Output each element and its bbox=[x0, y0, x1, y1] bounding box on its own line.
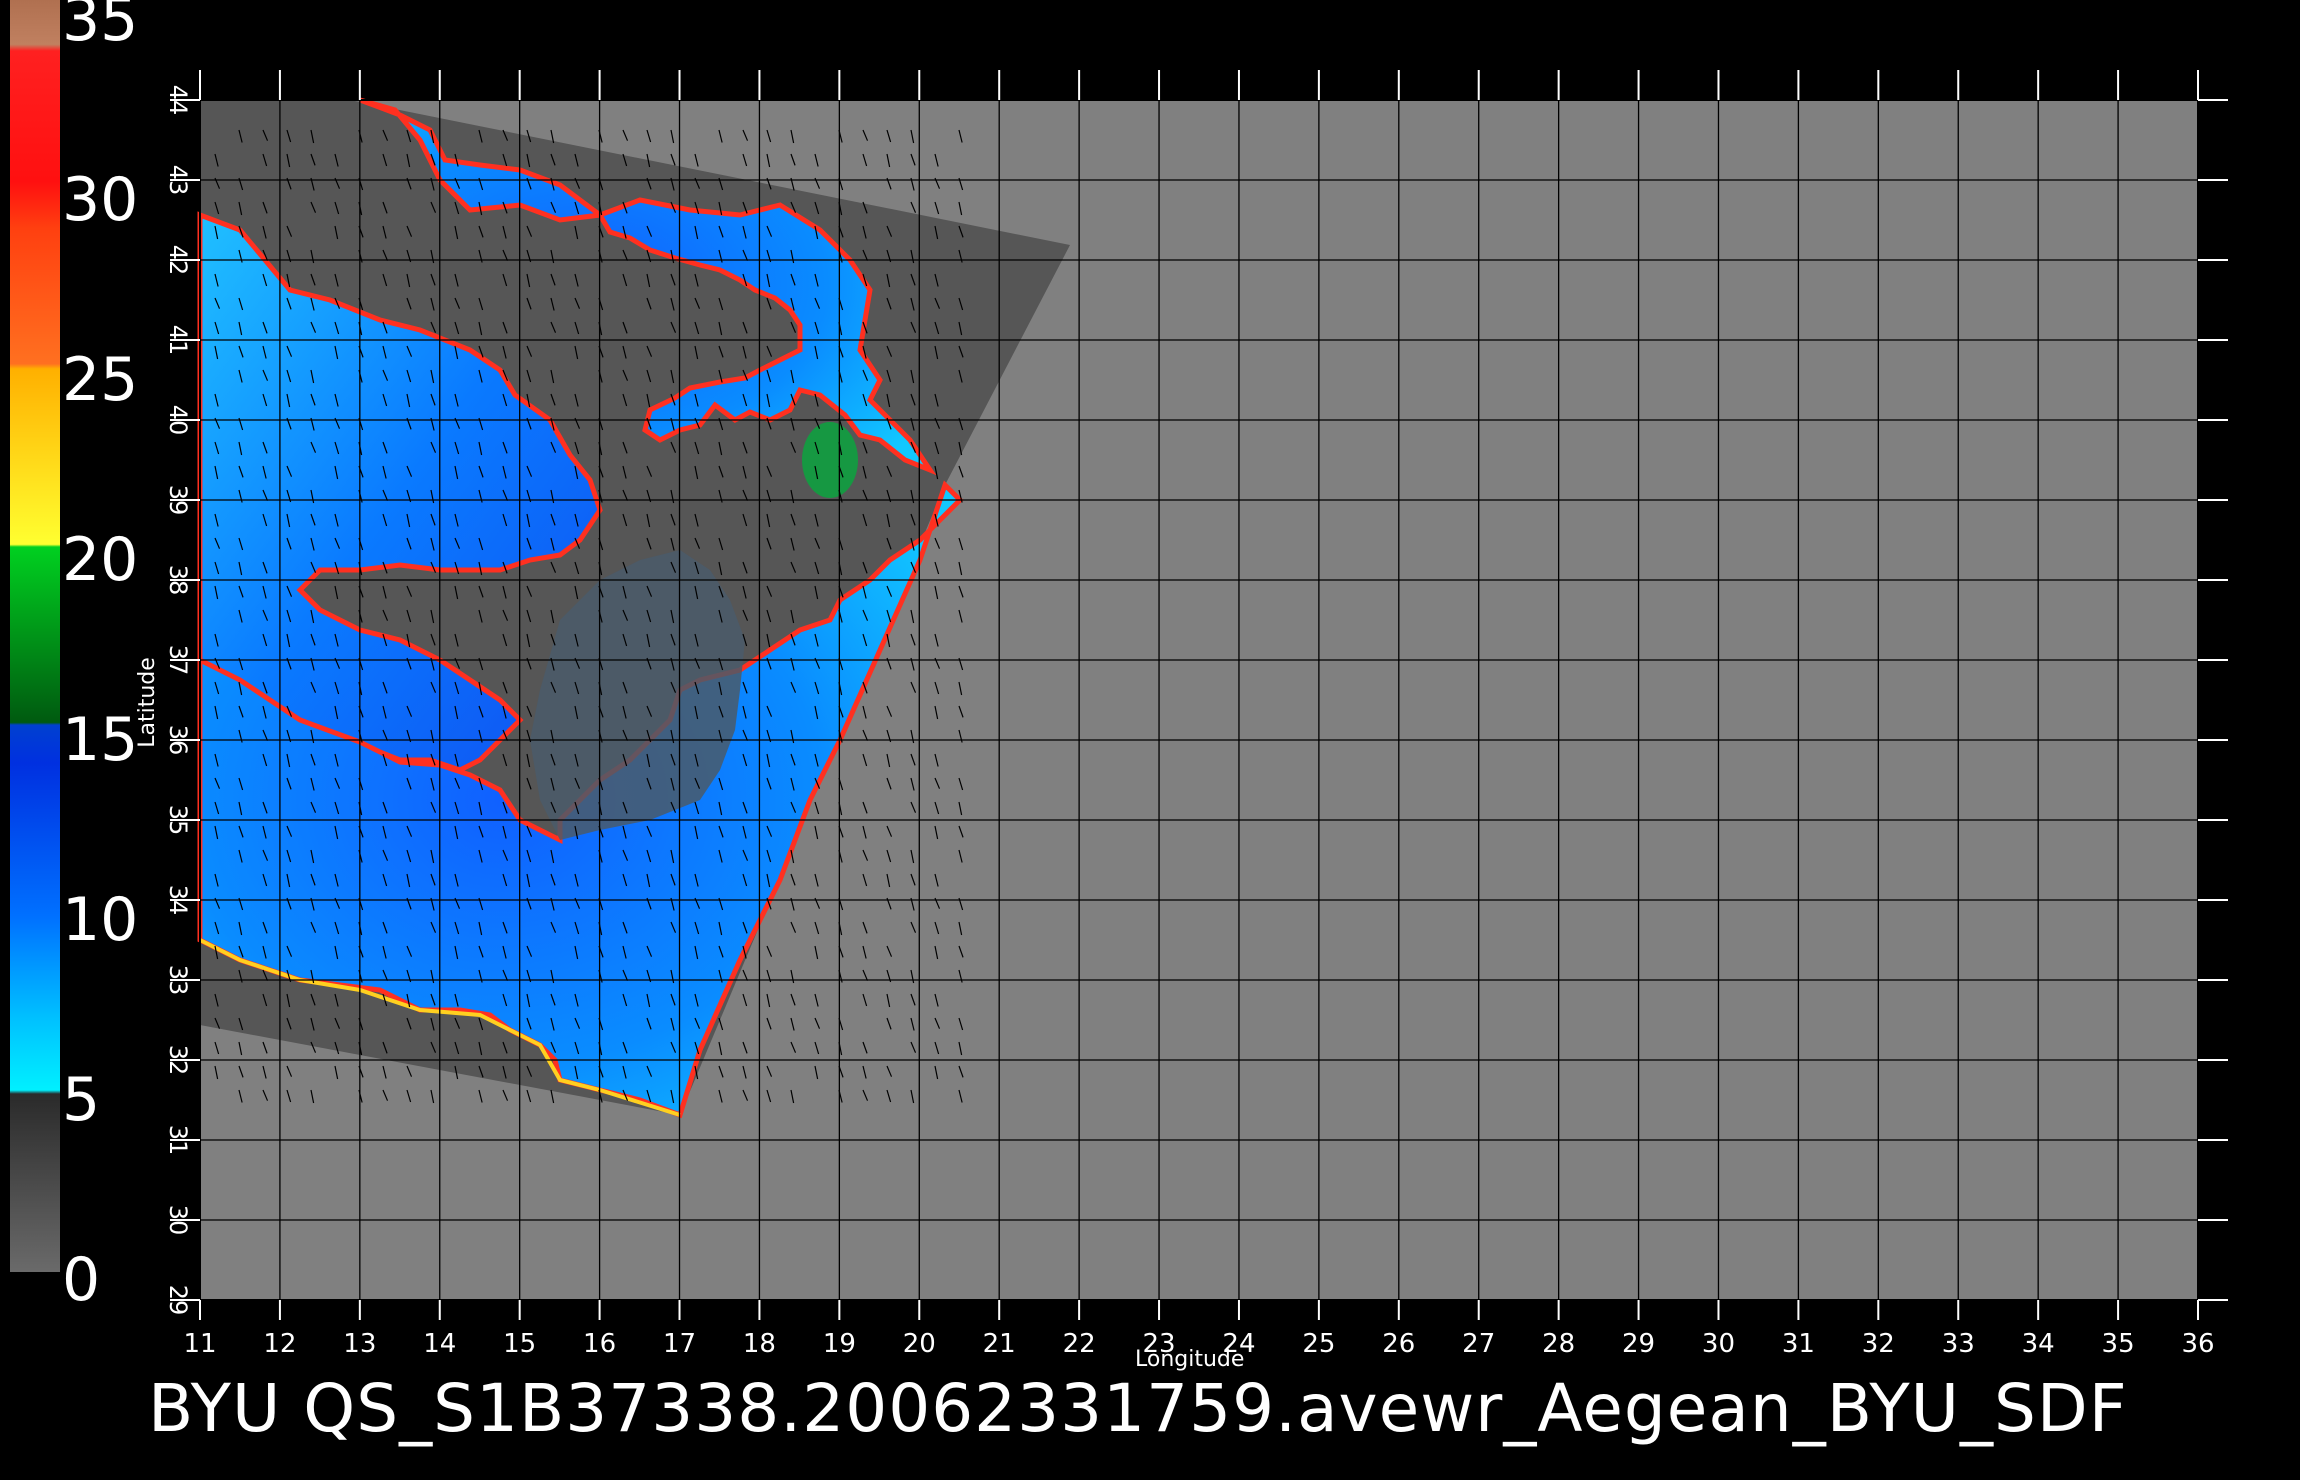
lat-tick-label: 37 bbox=[164, 645, 192, 676]
lon-tick-label: 30 bbox=[1702, 1329, 1735, 1359]
lat-tick-label: 39 bbox=[164, 485, 192, 516]
lat-tick-label: 33 bbox=[164, 965, 192, 996]
lat-tick-label: 44 bbox=[164, 85, 192, 116]
lat-tick-label: 36 bbox=[164, 725, 192, 756]
lon-tick-label: 31 bbox=[1782, 1329, 1815, 1359]
lat-tick-label: 41 bbox=[164, 325, 192, 356]
product-caption: BYU QS_S1B37338.20062331759.avewr_Aegean… bbox=[148, 1370, 2128, 1447]
lon-tick-label: 28 bbox=[1542, 1329, 1575, 1359]
lon-tick-label: 19 bbox=[823, 1329, 856, 1359]
high-wind-patch bbox=[802, 422, 858, 498]
lon-tick-label: 11 bbox=[183, 1329, 216, 1359]
lon-tick-label: 33 bbox=[1942, 1329, 1975, 1359]
map-plot: 11 12 13 14 15 16 17 18 19 20 21 22 23 24 25 26 27 28 29 30… bbox=[164, 70, 2228, 1359]
lon-tick-label: 27 bbox=[1462, 1329, 1495, 1359]
lon-tick-label: 22 bbox=[1063, 1329, 1096, 1359]
lon-tick-label: 29 bbox=[1622, 1329, 1655, 1359]
map-figure: 0 5 10 15 20 25 30 35 11 12 13 14 15 16 … bbox=[0, 0, 2300, 1480]
lon-tick-label: 17 bbox=[663, 1329, 696, 1359]
lon-tick-label: 21 bbox=[983, 1329, 1016, 1359]
lon-tick-label: 26 bbox=[1382, 1329, 1415, 1359]
lat-tick-label: 43 bbox=[164, 165, 192, 196]
lon-tick-label: 15 bbox=[503, 1329, 536, 1359]
lon-tick-label: 18 bbox=[743, 1329, 776, 1359]
lat-tick-label: 29 bbox=[164, 1285, 192, 1316]
lat-tick-label: 31 bbox=[164, 1125, 192, 1156]
lat-tick-label: 32 bbox=[164, 1045, 192, 1076]
lon-tick-label: 35 bbox=[2102, 1329, 2135, 1359]
lon-tick-label: 13 bbox=[343, 1329, 376, 1359]
lat-tick-label: 35 bbox=[164, 805, 192, 836]
lat-tick-label: 30 bbox=[164, 1205, 192, 1236]
lon-tick-label: 34 bbox=[2022, 1329, 2055, 1359]
y-axis-title: Latitude bbox=[134, 657, 160, 748]
lat-tick-label: 34 bbox=[164, 885, 192, 916]
x-axis-title: Longitude bbox=[1135, 1347, 1245, 1372]
lon-tick-label: 16 bbox=[583, 1329, 616, 1359]
lon-tick-label: 32 bbox=[1862, 1329, 1895, 1359]
lon-tick-label: 14 bbox=[423, 1329, 456, 1359]
lon-tick-label: 25 bbox=[1302, 1329, 1335, 1359]
lon-tick-label: 36 bbox=[2181, 1329, 2214, 1359]
lat-tick-label: 40 bbox=[164, 405, 192, 436]
lon-tick-label: 20 bbox=[903, 1329, 936, 1359]
lat-tick-label: 38 bbox=[164, 565, 192, 596]
lat-tick-label: 42 bbox=[164, 245, 192, 276]
lon-tick-label: 12 bbox=[263, 1329, 296, 1359]
